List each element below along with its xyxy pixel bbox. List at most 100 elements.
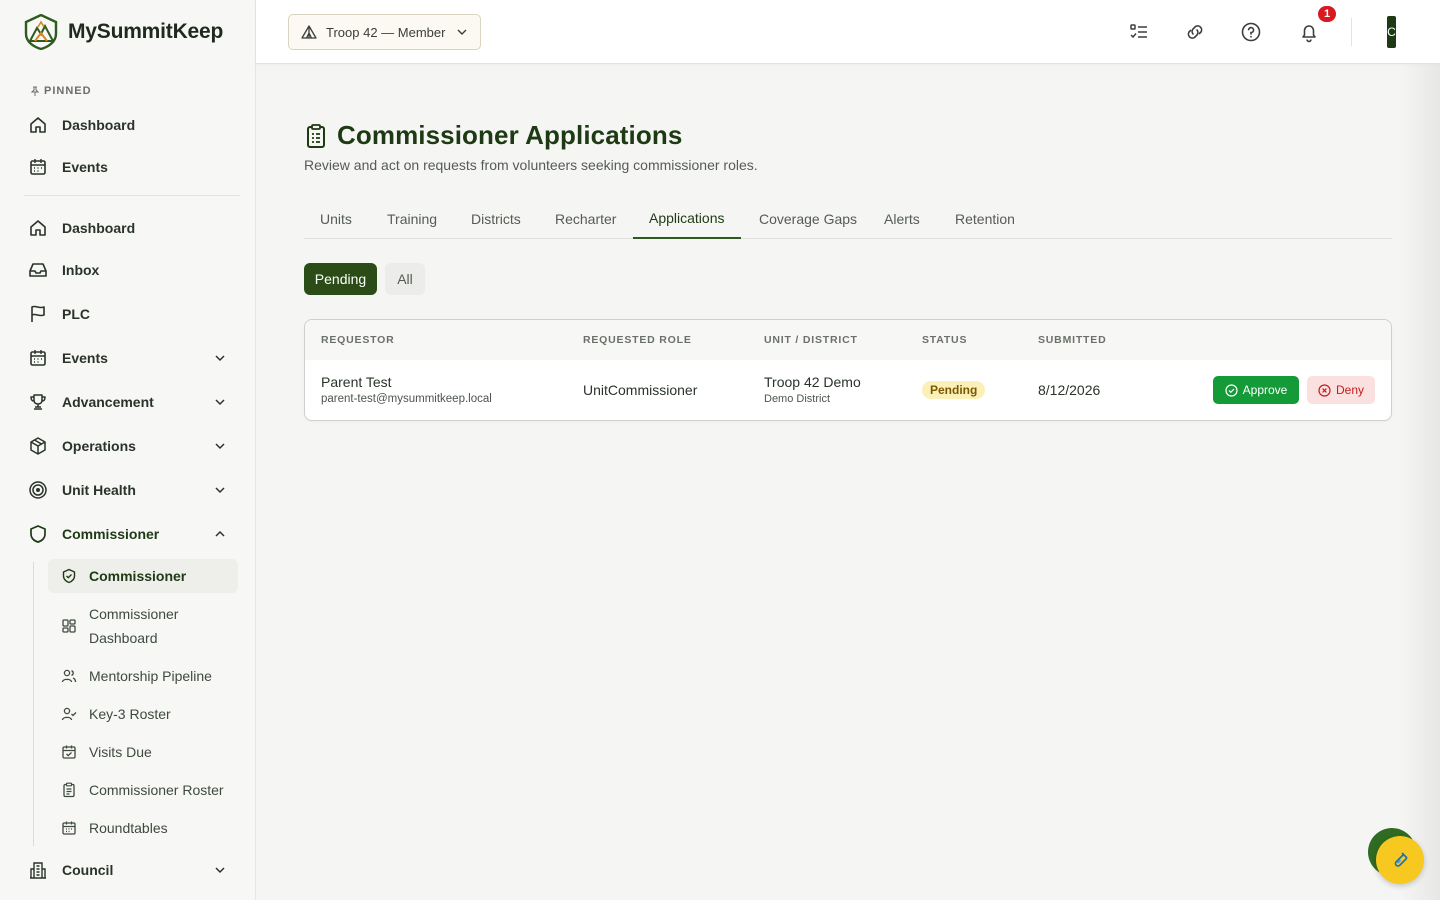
sidebar-item-operations[interactable]: Operations [24, 428, 240, 464]
district-name: Demo District [764, 393, 831, 405]
calendar-grid-icon [61, 820, 77, 836]
calendar-check-icon [61, 744, 77, 760]
unit-name: Troop 42 Demo [764, 374, 861, 390]
subnav-guide-line [33, 562, 34, 846]
checklist-button[interactable] [1127, 20, 1151, 44]
test-tube-icon [1394, 852, 1408, 867]
shield-check-icon [61, 568, 77, 584]
status-badge: Pending [922, 381, 986, 399]
checklist-icon [1130, 24, 1147, 39]
sidebar-item-advancement[interactable]: Advancement [24, 384, 240, 420]
header-requested-role: REQUESTED ROLE [583, 334, 692, 346]
bell-icon [1302, 25, 1316, 43]
unit-selector-label: Troop 42 — Member [326, 24, 446, 40]
notifications-button[interactable] [1297, 20, 1321, 44]
package-icon [28, 436, 48, 456]
tab-coverage-gaps[interactable]: Coverage Gaps [743, 198, 873, 239]
brand[interactable]: MySummitKeep [24, 14, 223, 50]
table-header: REQUESTOR REQUESTED ROLE UNIT / DISTRICT… [305, 320, 1391, 360]
sidebar-item-council[interactable]: Council [24, 852, 240, 888]
page-title: Commissioner Applications [304, 120, 682, 151]
topbar-divider [1351, 18, 1352, 46]
requestor-email: parent-test@mysummitkeep.local [321, 393, 492, 405]
users-icon [61, 668, 77, 684]
pinned-item-dashboard[interactable]: Dashboard [24, 107, 240, 143]
chevron-up-icon [215, 530, 225, 537]
grid-icon [61, 618, 77, 634]
header-unit-district: UNIT / DISTRICT [764, 334, 858, 346]
tent-icon [301, 25, 317, 39]
filter-pending-button[interactable]: Pending [304, 263, 377, 295]
sidebar-item-events[interactable]: Events [24, 340, 240, 376]
tab-training[interactable]: Training [371, 198, 453, 239]
top-bar: Troop 42 — Member 1 C [256, 0, 1440, 64]
links-button[interactable] [1183, 20, 1207, 44]
flag-icon [28, 304, 48, 324]
home-icon [28, 218, 48, 238]
header-submitted: SUBMITTED [1038, 334, 1107, 346]
submitted-date: 8/12/2026 [1038, 382, 1101, 398]
approve-button[interactable]: Approve [1213, 376, 1299, 404]
requested-role: UnitCommissioner [583, 382, 698, 398]
pinned-section-label: PINNED [30, 85, 92, 97]
help-circle-icon [1241, 22, 1261, 42]
sidebar-item-inbox[interactable]: Inbox [24, 252, 240, 288]
help-button[interactable] [1239, 20, 1263, 44]
clipboard-icon [61, 782, 77, 798]
sidebar-divider [24, 195, 240, 196]
x-circle-icon [1318, 383, 1331, 397]
chevron-down-icon [457, 29, 467, 35]
deny-button[interactable]: Deny [1307, 376, 1375, 404]
subnav-item-commissioner-dashboard[interactable]: Commissioner Dashboard [48, 602, 238, 650]
app-name: MySummitKeep [68, 20, 224, 43]
tab-units[interactable]: Units [304, 198, 368, 239]
chevron-down-icon [215, 399, 225, 406]
section-tabs: Units Training Districts Recharter Appli… [304, 198, 1392, 239]
unit-selector[interactable]: Troop 42 — Member [288, 14, 481, 50]
tab-retention[interactable]: Retention [939, 198, 1031, 239]
page-subtitle: Review and act on requests from voluntee… [304, 157, 758, 173]
clipboard-list-icon [307, 123, 325, 148]
right-edge-shade [1400, 64, 1440, 900]
page-heading: Commissioner Applications [337, 120, 683, 150]
applications-table: REQUESTOR REQUESTED ROLE UNIT / DISTRICT… [304, 319, 1392, 421]
subnav-item-mentorship-pipeline[interactable]: Mentorship Pipeline [48, 664, 238, 688]
subnav-item-key3-roster[interactable]: Key-3 Roster [48, 702, 238, 726]
sidebar-item-plc[interactable]: PLC [24, 296, 240, 332]
tab-applications[interactable]: Applications [633, 198, 741, 239]
header-status: STATUS [922, 334, 968, 346]
subnav-item-visits-due[interactable]: Visits Due [48, 740, 238, 764]
tab-districts[interactable]: Districts [455, 198, 537, 239]
shield-icon [28, 524, 48, 544]
notification-count-badge: 1 [1316, 4, 1338, 24]
sidebar-item-unit-health[interactable]: Unit Health [24, 472, 240, 508]
link-icon [1187, 25, 1203, 39]
mountain-logo-icon [24, 14, 58, 50]
pin-icon [30, 86, 40, 96]
sidebar-item-dashboard[interactable]: Dashboard [24, 210, 240, 246]
requestor-name: Parent Test [321, 374, 392, 390]
tab-alerts[interactable]: Alerts [868, 198, 936, 239]
trophy-icon [28, 392, 48, 412]
subnav-item-roundtables[interactable]: Roundtables [48, 816, 238, 840]
status-cell: Pending [922, 381, 986, 399]
avatar[interactable]: C [1387, 16, 1396, 48]
requestor-cell: Parent Test parent-test@mysummitkeep.loc… [321, 374, 492, 405]
unit-district-cell: Troop 42 Demo Demo District [764, 374, 861, 405]
chevron-down-icon [215, 443, 225, 450]
filter-all-button[interactable]: All [385, 263, 425, 295]
pinned-item-events[interactable]: Events [24, 149, 240, 185]
tab-recharter[interactable]: Recharter [539, 198, 632, 239]
main-content: Commissioner Applications Review and act… [256, 64, 1440, 900]
user-check-icon [61, 706, 77, 722]
subnav-item-commissioner[interactable]: Commissioner [48, 559, 238, 593]
sidebar-item-commissioner[interactable]: Commissioner [24, 516, 240, 552]
target-icon [28, 480, 48, 500]
subnav-item-commissioner-roster[interactable]: Commissioner Roster [48, 778, 238, 802]
chevron-down-icon [215, 867, 225, 874]
check-circle-icon [1225, 383, 1238, 397]
chevron-down-icon [215, 487, 225, 494]
building-icon [28, 860, 48, 880]
home-icon [28, 115, 48, 135]
dev-tools-fab-button[interactable] [1376, 836, 1424, 884]
